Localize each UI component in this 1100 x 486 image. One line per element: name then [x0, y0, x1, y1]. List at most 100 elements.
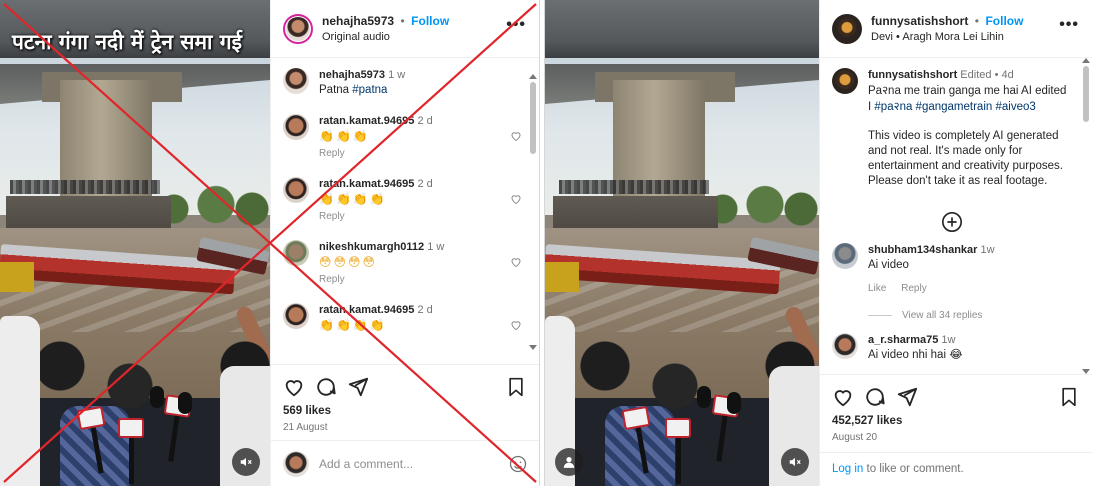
right-post-screenshot: funnysatishshort • Follow Devi • Aragh M… — [544, 0, 1092, 486]
login-prompt: Log in to like or comment. — [820, 452, 1092, 486]
audio-label[interactable]: Original audio — [322, 29, 449, 45]
bridge-deck — [545, 0, 819, 58]
avatar[interactable] — [832, 68, 858, 94]
view-replies-button[interactable]: View all 34 replies — [868, 310, 1071, 321]
comment-username[interactable]: ratan.kamat.94695 — [319, 304, 414, 316]
caption-username[interactable]: funnysatishshort — [868, 69, 957, 81]
avatar[interactable] — [283, 114, 309, 140]
mic-head — [150, 386, 164, 408]
train-yellow-panel — [0, 262, 34, 292]
avatar[interactable] — [832, 333, 858, 359]
comment-text: 😳😳😳😳 — [319, 255, 378, 269]
train-yellow-panel — [545, 262, 579, 292]
comment-username[interactable]: a_r.sharma75 — [868, 334, 938, 346]
hashtag-link[interactable]: #patna — [352, 84, 387, 96]
comment-username[interactable]: ratan.kamat.94695 — [319, 178, 414, 190]
heart-icon[interactable] — [510, 193, 522, 205]
comments-list: funnysatishshort Edited • 4d Pa२na me tr… — [820, 58, 1092, 374]
avatar — [283, 450, 309, 477]
scroll-down-icon[interactable] — [529, 345, 537, 350]
tagged-user-button[interactable] — [555, 448, 583, 476]
caption-text: Patna — [319, 84, 350, 96]
avatar[interactable] — [283, 68, 309, 94]
comments-scrollbar[interactable] — [1082, 58, 1090, 374]
left-video[interactable]: पटना गंगा नदी में ट्रेन समा गई — [0, 0, 270, 486]
divider — [271, 364, 539, 365]
heart-icon[interactable] — [510, 130, 522, 142]
crowd-on-pier — [10, 180, 160, 194]
more-options-icon[interactable]: ••• — [1059, 17, 1079, 33]
avatar[interactable] — [832, 243, 858, 269]
like-count[interactable]: 569 likes — [283, 405, 331, 417]
load-more-comments-icon[interactable] — [941, 211, 963, 233]
heart-icon[interactable] — [832, 386, 854, 408]
comments-scrollbar[interactable] — [529, 74, 537, 350]
comment-time: 1 w — [427, 241, 445, 253]
user-icon — [563, 457, 575, 468]
post-header: funnysatishshort • Follow Devi • Aragh M… — [820, 0, 1092, 58]
comment-input[interactable]: Add a comment... — [319, 457, 508, 471]
share-icon[interactable] — [347, 376, 369, 398]
bookmark-icon[interactable] — [1059, 386, 1079, 408]
scroll-thumb[interactable] — [1083, 66, 1089, 122]
follow-button[interactable]: Follow — [411, 14, 449, 28]
comment-username[interactable]: ratan.kamat.94695 — [319, 115, 414, 127]
caption-text: Pa२na me train ganga me hai AI edited — [868, 85, 1067, 97]
login-prompt-text: to like or comment. — [863, 463, 964, 475]
comment-username[interactable]: shubham134shankar — [868, 244, 977, 256]
username[interactable]: funnysatishshort — [871, 14, 968, 28]
comment-text: Ai video nhi hai 😂 — [868, 349, 963, 361]
avatar[interactable] — [283, 13, 313, 44]
speaker-mute-icon — [789, 457, 801, 467]
mute-button[interactable] — [781, 448, 809, 476]
emoji-icon[interactable] — [508, 454, 528, 474]
username[interactable]: nehajha5973 — [322, 14, 394, 28]
bookmark-icon[interactable] — [506, 376, 526, 398]
list-item: nikeshkumargh0112 1 w 😳😳😳😳 Reply — [283, 240, 521, 287]
reply-button[interactable]: Reply — [319, 209, 518, 224]
reply-button[interactable]: Reply — [319, 272, 518, 287]
scroll-thumb[interactable] — [530, 82, 536, 154]
reply-button[interactable]: Reply — [901, 283, 927, 294]
share-icon[interactable] — [896, 386, 918, 408]
caption-time: 1 w — [388, 69, 406, 81]
mute-button[interactable] — [232, 448, 260, 476]
heart-icon[interactable] — [510, 319, 522, 331]
caption: nehajha5973 1 w Patna #patna — [283, 68, 518, 98]
like-count[interactable]: 452,527 likes — [832, 415, 902, 427]
post-header: nehajha5973 • Follow Original audio ••• — [271, 0, 539, 58]
list-item: ratan.kamat.94695 2 d 👏👏👏👏 Reply — [283, 177, 521, 224]
news-mic — [118, 418, 144, 484]
caption-time: 4d — [1001, 69, 1014, 81]
left-post-screenshot: पटना गंगा नदी में ट्रेन समा गई nehajha59… — [0, 0, 540, 486]
separator: • — [400, 13, 405, 28]
right-video[interactable] — [545, 0, 819, 486]
right-post-sidebar: funnysatishshort • Follow Devi • Aragh M… — [819, 0, 1092, 486]
reply-button[interactable]: Reply — [319, 146, 518, 161]
news-mic — [665, 418, 691, 484]
mic-head — [697, 386, 711, 408]
like-comment-button[interactable]: Like — [868, 283, 886, 294]
comment-time: 2 d — [417, 178, 433, 190]
heart-icon[interactable] — [283, 376, 305, 398]
hashtag-links[interactable]: #pa२na #gangametrain #aiveo3 — [874, 101, 1035, 113]
comment-username[interactable]: nikeshkumargh0112 — [319, 241, 424, 253]
avatar[interactable] — [832, 13, 862, 44]
add-comment-bar[interactable]: Add a comment... — [271, 440, 539, 486]
comment-icon[interactable] — [315, 376, 337, 398]
caption-username[interactable]: nehajha5973 — [319, 69, 385, 81]
login-link[interactable]: Log in — [832, 463, 863, 475]
post-date: 21 August — [283, 422, 328, 433]
avatar[interactable] — [283, 303, 309, 329]
audio-label[interactable]: Devi • Aragh Mora Lei Lihin — [871, 29, 1023, 45]
heart-icon[interactable] — [510, 256, 522, 268]
scroll-up-icon[interactable] — [1082, 58, 1090, 63]
comment-icon[interactable] — [864, 386, 886, 408]
avatar[interactable] — [283, 240, 309, 266]
divider — [820, 374, 1092, 375]
scroll-up-icon[interactable] — [529, 74, 537, 79]
avatar[interactable] — [283, 177, 309, 203]
more-options-icon[interactable]: ••• — [506, 17, 526, 33]
post-date: August 20 — [832, 432, 878, 443]
follow-button[interactable]: Follow — [985, 14, 1023, 28]
